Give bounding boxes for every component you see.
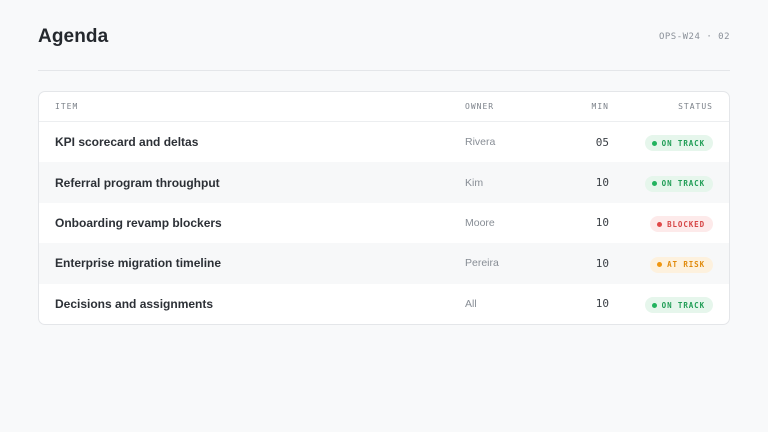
row-owner: Moore — [465, 216, 495, 229]
row-minutes: 10 — [595, 297, 609, 311]
column-header-status[interactable]: STATUS — [609, 102, 713, 111]
status-badge: ON TRACK — [644, 297, 713, 313]
row-item: KPI scorecard and deltas — [55, 135, 199, 150]
column-header-owner[interactable]: OWNER — [465, 102, 565, 111]
status-label: ON TRACK — [661, 138, 705, 148]
status-badge: ON TRACK — [644, 175, 713, 192]
table-row[interactable]: KPI scorecard and deltas Rivera 05 ON TR… — [39, 122, 729, 162]
table-row[interactable]: Referral program throughput Kim 10 ON TR… — [39, 162, 729, 203]
status-badge: BLOCKED — [650, 216, 713, 233]
table-row[interactable]: Decisions and assignments All 10 ON TRAC… — [39, 284, 729, 324]
meeting-code: OPS-W24 · 02 — [658, 32, 730, 42]
row-item: Referral program throughput — [55, 175, 220, 190]
agenda-table: ITEM OWNER MIN STATUS KPI scorecard and … — [38, 91, 730, 325]
status-dot-icon — [657, 262, 663, 268]
table-header: ITEM OWNER MIN STATUS — [39, 92, 729, 122]
status-dot-icon — [651, 302, 657, 308]
status-label: ON TRACK — [661, 300, 705, 310]
status-label: BLOCKED — [667, 219, 705, 229]
row-item: Decisions and assignments — [55, 296, 214, 311]
page-title: Agenda — [38, 26, 109, 47]
row-minutes: 10 — [595, 256, 609, 270]
row-item: Enterprise migration timeline — [55, 256, 222, 271]
column-header-item[interactable]: ITEM — [55, 102, 465, 111]
page-header: Agenda OPS-W24 · 02 — [38, 0, 730, 71]
status-label: ON TRACK — [661, 179, 705, 189]
row-minutes: 05 — [595, 135, 609, 149]
row-minutes: 10 — [595, 176, 609, 190]
status-label: AT RISK — [667, 260, 705, 270]
column-header-min[interactable]: MIN — [565, 102, 609, 111]
status-badge: ON TRACK — [644, 135, 713, 152]
row-owner: All — [465, 297, 477, 310]
row-owner: Kim — [465, 176, 484, 189]
agenda-page: Agenda OPS-W24 · 02 ITEM OWNER MIN STATU… — [0, 0, 768, 432]
row-item: Onboarding revamp blockers — [55, 215, 222, 230]
table-row[interactable]: Enterprise migration timeline Pereira 10… — [39, 243, 729, 284]
status-badge: AT RISK — [650, 256, 713, 273]
row-owner: Pereira — [465, 257, 499, 270]
table-row[interactable]: Onboarding revamp blockers Moore 10 BLOC… — [39, 203, 729, 243]
status-dot-icon — [651, 181, 657, 187]
row-owner: Rivera — [465, 136, 496, 149]
status-dot-icon — [651, 140, 657, 146]
row-minutes: 10 — [595, 216, 609, 230]
status-dot-icon — [657, 221, 663, 227]
